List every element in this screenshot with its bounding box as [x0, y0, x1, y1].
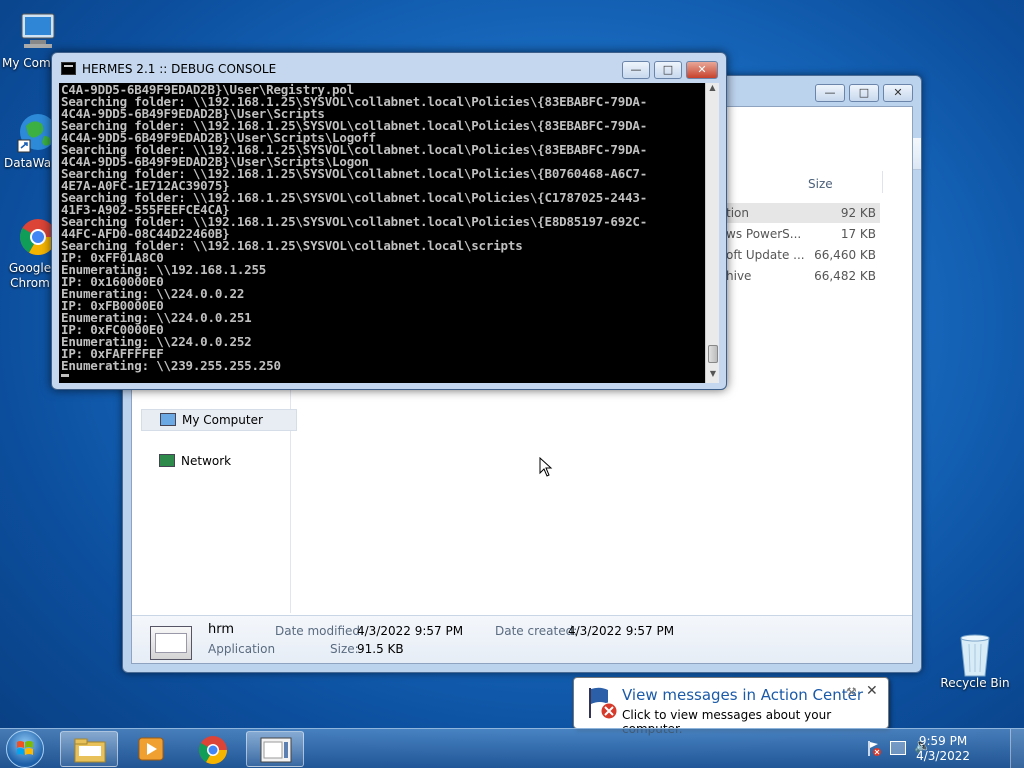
taskbar-console-button[interactable] [246, 731, 304, 767]
scroll-up-arrow[interactable]: ▲ [706, 83, 719, 97]
tray-network-icon[interactable] [890, 741, 906, 755]
application-icon [150, 626, 192, 660]
file-name-detail: hrm [208, 622, 235, 637]
close-button[interactable]: ✕ [883, 84, 913, 102]
console-text: C4A-9DD5-6B49F9EDAD2B}\User\Registry.pol… [59, 83, 705, 378]
recycle-bin-icon [953, 630, 997, 677]
date-modified-value: 4/3/2022 9:57 PM [357, 624, 464, 638]
minimize-button[interactable]: — [815, 84, 845, 102]
console-output[interactable]: C4A-9DD5-6B49F9EDAD2B}\User\Registry.pol… [59, 83, 705, 383]
show-desktop-button[interactable] [1010, 729, 1024, 768]
chrome-icon [199, 736, 227, 764]
scroll-down-arrow[interactable]: ▼ [706, 369, 720, 383]
start-button[interactable] [6, 730, 44, 768]
taskbar-chrome-button[interactable] [184, 731, 242, 767]
settings-wrench-icon[interactable]: ⚒ [846, 685, 857, 699]
console-line: Enumerating: \\239.255.255.250 [61, 358, 281, 373]
details-pane: hrm Application Date modified: 4/3/2022 … [132, 615, 912, 663]
scroll-thumb[interactable] [708, 345, 718, 363]
date-modified-label: Date modified: [275, 624, 365, 638]
date-created-value: 4/3/2022 9:57 PM [568, 624, 675, 638]
media-player-icon [138, 737, 164, 761]
size-label: Size: [330, 642, 359, 656]
folder-icon [74, 738, 106, 763]
column-divider [882, 171, 883, 193]
nav-label: Network [181, 454, 232, 468]
close-icon[interactable]: ✕ [866, 683, 878, 699]
taskbar-explorer-button[interactable] [60, 731, 118, 767]
clock-date: 4/3/2022 [916, 749, 970, 763]
nav-label: My Computer [182, 413, 263, 427]
desktop-icon-recycle-bin[interactable]: Recycle Bin [937, 630, 1013, 690]
column-header-size[interactable]: Size [808, 177, 833, 191]
maximize-button[interactable]: □ [849, 84, 879, 102]
debug-console-window[interactable]: HERMES 2.1 :: DEBUG CONSOLE — □ ✕ C4A-9D… [51, 52, 727, 390]
mouse-cursor-icon [539, 457, 553, 477]
vertical-scrollbar[interactable]: ▲ ▼ [705, 83, 719, 383]
windows-logo-icon [17, 741, 33, 755]
minimize-button[interactable]: — [622, 61, 650, 79]
network-icon [159, 454, 175, 467]
maximize-button[interactable]: □ [654, 61, 682, 79]
file-type-detail: Application [208, 642, 276, 656]
action-center-notification[interactable]: View messages in Action Center Click to … [573, 677, 889, 736]
file-size: 66,460 KB [814, 248, 876, 262]
file-name: oft Update ... [726, 248, 805, 262]
tray-action-center-icon[interactable] [866, 739, 882, 757]
file-size: 66,482 KB [814, 269, 876, 283]
application-window-icon [260, 737, 292, 763]
taskbar-clock[interactable]: 9:59 PM 4/3/2022 [916, 734, 970, 764]
nav-item-my-computer[interactable]: My Computer [141, 409, 297, 431]
console-cursor [61, 374, 69, 377]
nav-item-network[interactable]: Network [141, 451, 297, 473]
file-size: 92 KB [840, 206, 876, 220]
taskbar-media-player-button[interactable] [122, 731, 180, 767]
notification-title: View messages in Action Center [622, 686, 864, 704]
clock-time: 9:59 PM [918, 734, 968, 748]
file-row[interactable]: tion 92 KB [722, 203, 880, 223]
computer-icon [16, 10, 60, 54]
console-app-icon [61, 62, 76, 75]
file-row[interactable]: ws PowerS... 17 KB [722, 224, 880, 244]
file-size: 17 KB [840, 227, 876, 241]
size-value: 91.5 KB [357, 642, 404, 656]
file-name: tion [726, 206, 749, 220]
file-name: ws PowerS... [726, 227, 802, 241]
computer-icon [160, 413, 176, 426]
close-button[interactable]: ✕ [686, 61, 718, 79]
action-center-flag-icon [589, 687, 618, 720]
desktop-icon-label: Recycle Bin [940, 676, 1010, 690]
window-title: HERMES 2.1 :: DEBUG CONSOLE [82, 62, 277, 76]
file-row[interactable]: oft Update ... 66,460 KB [722, 245, 880, 265]
taskbar: 🔈 9:59 PM 4/3/2022 [0, 728, 1024, 768]
date-created-label: Date created: [495, 624, 578, 638]
file-row[interactable]: hive 66,482 KB [722, 266, 880, 286]
file-name: hive [726, 269, 752, 283]
